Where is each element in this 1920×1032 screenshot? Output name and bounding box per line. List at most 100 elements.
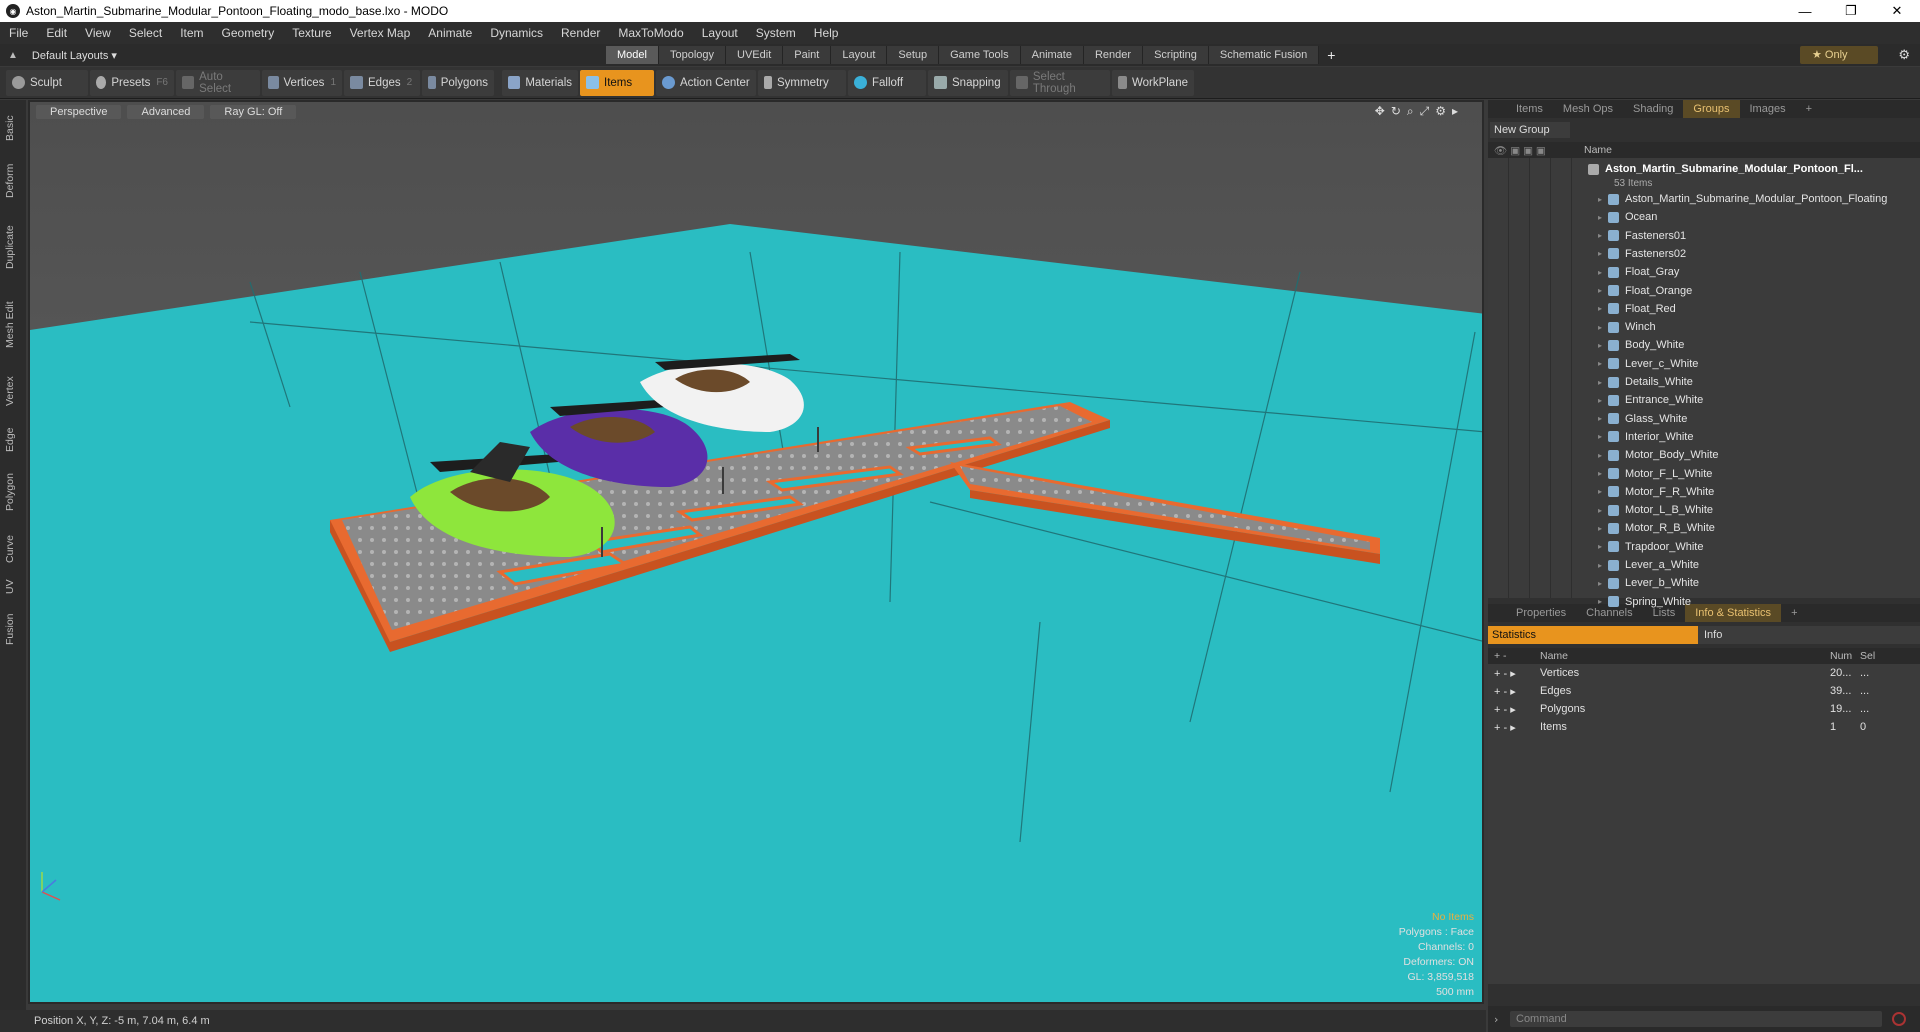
advanced-button[interactable]: Advanced — [127, 105, 205, 119]
menu-system[interactable]: System — [747, 26, 805, 40]
expand-arrow-icon[interactable]: ▸ — [1598, 396, 1608, 405]
group-item[interactable]: ▸ Lever_c_White — [1598, 355, 1920, 373]
collapse-arrow-icon[interactable]: ▲ — [8, 50, 18, 61]
select-through-button[interactable]: Select Through — [1010, 69, 1110, 96]
menu-dynamics[interactable]: Dynamics — [481, 26, 552, 40]
expand-arrow-icon[interactable]: ▸ — [1598, 414, 1608, 423]
record-icon[interactable] — [1892, 1012, 1906, 1026]
presets-button[interactable]: Presets F6 — [90, 69, 174, 96]
items-tab-images[interactable]: Images — [1740, 103, 1796, 115]
minimize-button[interactable]: — — [1782, 0, 1828, 22]
group-item[interactable]: ▸ Lever_a_White — [1598, 556, 1920, 574]
left-tab-uv[interactable]: UV — [4, 575, 22, 599]
group-item[interactable]: ▸ Aston_Martin_Submarine_Modular_Pontoon_… — [1598, 190, 1920, 208]
group-item[interactable]: ▸ Motor_R_B_White — [1598, 519, 1920, 537]
default-layouts-dropdown[interactable]: Default Layouts ▾ — [32, 49, 117, 62]
expand-arrow-icon[interactable]: ▸ — [1598, 579, 1608, 588]
sculpt-button[interactable]: Sculpt — [6, 69, 88, 96]
menu-file[interactable]: File — [0, 26, 37, 40]
command-input[interactable]: Command — [1510, 1011, 1882, 1027]
menu-layout[interactable]: Layout — [693, 26, 747, 40]
expand-arrow-icon[interactable]: ▸ — [1598, 195, 1608, 204]
tab-model[interactable]: Model — [606, 46, 659, 64]
group-item[interactable]: ▸ Motor_F_R_White — [1598, 483, 1920, 501]
info-tab[interactable]: Info — [1698, 626, 1920, 644]
left-tab-deform[interactable]: Deform — [4, 155, 22, 207]
expand-arrow-icon[interactable]: ▸ — [1598, 597, 1608, 606]
expand-arrow-icon[interactable]: ▸ — [1598, 341, 1608, 350]
tab-schematic-fusion[interactable]: Schematic Fusion — [1208, 46, 1320, 64]
snapping-button[interactable]: Snapping — [928, 69, 1008, 96]
group-item[interactable]: ▸ Details_White — [1598, 373, 1920, 391]
statistics-tab[interactable]: Statistics — [1488, 626, 1698, 644]
expand-collapse-icons[interactable]: + - — [1488, 650, 1540, 662]
falloff-button[interactable]: Falloff — [848, 69, 926, 96]
expand-arrow-icon[interactable]: ▸ — [1598, 268, 1608, 277]
menu-maxtomodo[interactable]: MaxToModo — [609, 26, 692, 40]
tab-topology[interactable]: Topology — [658, 46, 727, 64]
group-item[interactable]: ▸ Motor_Body_White — [1598, 446, 1920, 464]
left-tab-vertex[interactable]: Vertex — [4, 365, 22, 417]
group-item[interactable]: ▸ Winch — [1598, 318, 1920, 336]
group-item[interactable]: ▸ Spring_White — [1598, 593, 1920, 611]
expand-arrow-icon[interactable]: ▸ — [1598, 249, 1608, 258]
symmetry-button[interactable]: Symmetry — [758, 69, 846, 96]
left-tab-edge[interactable]: Edge — [4, 421, 22, 459]
workplane-button[interactable]: WorkPlane — [1112, 69, 1194, 96]
row-expand-icons[interactable]: + - ▸ — [1488, 703, 1540, 716]
menu-select[interactable]: Select — [120, 26, 171, 40]
group-item[interactable]: ▸ Body_White — [1598, 336, 1920, 354]
props-tab-properties[interactable]: Properties — [1506, 607, 1576, 619]
row-expand-icons[interactable]: + - ▸ — [1488, 667, 1540, 680]
left-tab-mesh-edit[interactable]: Mesh Edit — [4, 288, 22, 361]
expand-arrow-icon[interactable]: ▸ — [1598, 487, 1608, 496]
expand-arrow-icon[interactable]: ▸ — [1598, 506, 1608, 515]
group-item[interactable]: ▸ Float_Red — [1598, 300, 1920, 318]
close-button[interactable]: ✕ — [1874, 0, 1920, 22]
menu-view[interactable]: View — [76, 26, 120, 40]
name-column-header[interactable]: Name — [1584, 144, 1612, 156]
expand-arrow-icon[interactable]: ▸ — [1598, 524, 1608, 533]
items-tab-shading[interactable]: Shading — [1623, 103, 1683, 115]
expand-arrow-icon[interactable]: ▸ — [1598, 542, 1608, 551]
expand-arrow-icon[interactable]: ▸ — [1598, 378, 1608, 387]
menu-render[interactable]: Render — [552, 26, 609, 40]
raygl-button[interactable]: Ray GL: Off — [210, 105, 297, 119]
only-toggle[interactable]: ★ Only — [1800, 46, 1878, 64]
menu-help[interactable]: Help — [805, 26, 848, 40]
expand-arrow-icon[interactable]: ▸ — [1598, 469, 1608, 478]
expand-arrow-icon[interactable]: ▸ — [1598, 359, 1608, 368]
tab-setup[interactable]: Setup — [887, 46, 940, 64]
menu-animate[interactable]: Animate — [419, 26, 481, 40]
tab-uvedit[interactable]: UVEdit — [726, 46, 784, 64]
expand-arrow-icon[interactable]: ▸ — [1598, 231, 1608, 240]
group-item[interactable]: ▸ Ocean — [1598, 208, 1920, 226]
expand-arrow-icon[interactable]: ▸ — [1598, 561, 1608, 570]
group-item[interactable]: ▸ Motor_L_B_White — [1598, 501, 1920, 519]
tab-game-tools[interactable]: Game Tools — [939, 46, 1021, 64]
expand-arrow-icon[interactable]: ▸ — [1598, 323, 1608, 332]
stats-row[interactable]: + - ▸ Polygons 19...... — [1488, 700, 1920, 718]
menu-item[interactable]: Item — [171, 26, 212, 40]
tab-animate[interactable]: Animate — [1020, 46, 1084, 64]
group-item[interactable]: ▸ Float_Gray — [1598, 263, 1920, 281]
expand-arrow-icon[interactable]: ▸ — [1598, 432, 1608, 441]
group-item[interactable]: ▸ Float_Orange — [1598, 282, 1920, 300]
items-tab-groups[interactable]: Groups — [1683, 100, 1740, 118]
materials-button[interactable]: Materials — [502, 69, 578, 96]
items-add-tab-button[interactable]: + — [1796, 103, 1822, 115]
left-tab-duplicate[interactable]: Duplicate — [4, 211, 22, 284]
group-item[interactable]: ▸ Trapdoor_White — [1598, 538, 1920, 556]
tab-paint[interactable]: Paint — [783, 46, 832, 64]
menu-texture[interactable]: Texture — [283, 26, 340, 40]
expand-arrow-icon[interactable]: ▸ — [1598, 304, 1608, 313]
group-item[interactable]: ▸ Interior_White — [1598, 428, 1920, 446]
tab-layout[interactable]: Layout — [831, 46, 888, 64]
restore-button[interactable]: ❐ — [1828, 0, 1874, 22]
viewport-nav-icons[interactable]: ✥↻⌕⤢⚙▸ — [1375, 104, 1464, 119]
group-item[interactable]: ▸ Motor_F_L_White — [1598, 465, 1920, 483]
edges-button[interactable]: Edges 2 — [344, 69, 420, 96]
left-tab-fusion[interactable]: Fusion — [4, 603, 22, 655]
row-expand-icons[interactable]: + - ▸ — [1488, 721, 1540, 734]
menu-geometry[interactable]: Geometry — [213, 26, 284, 40]
